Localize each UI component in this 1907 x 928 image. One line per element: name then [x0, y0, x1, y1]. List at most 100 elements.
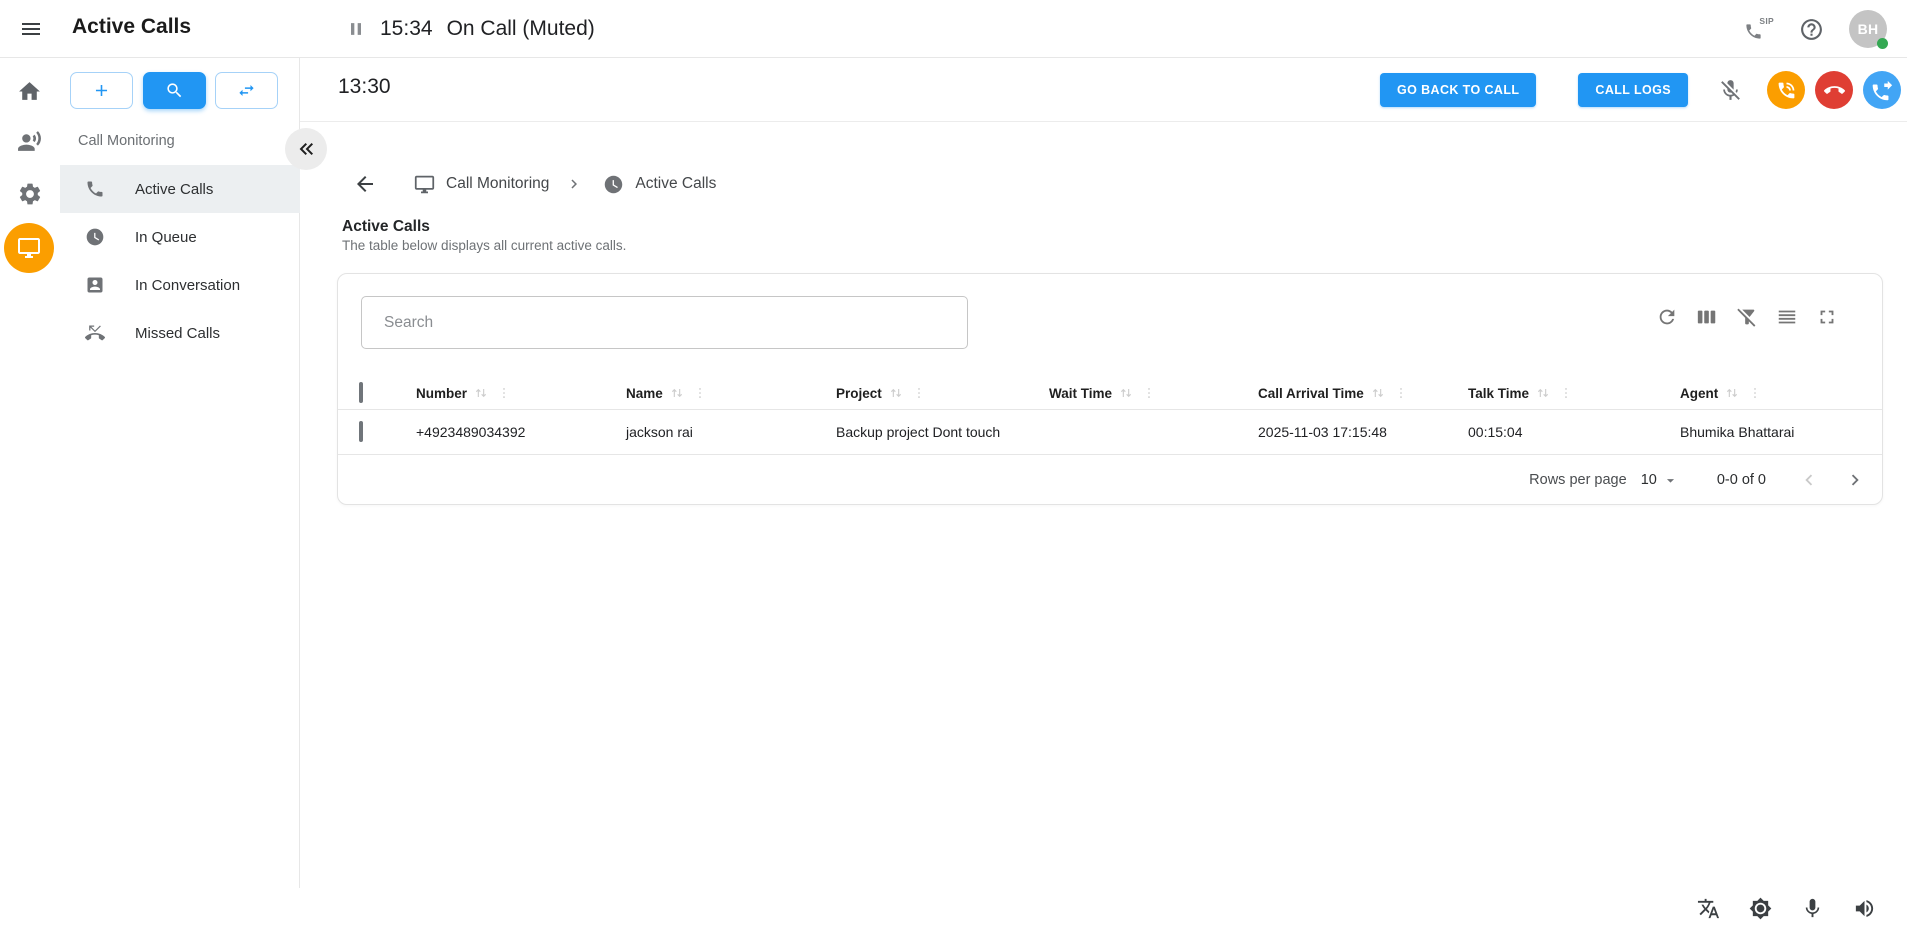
speaker-icon[interactable]	[1853, 897, 1876, 920]
transfer-call-button[interactable]	[1863, 71, 1901, 109]
breadcrumb: Call Monitoring Active Calls	[300, 162, 716, 206]
column-menu-icon[interactable]	[1394, 386, 1408, 400]
density-icon[interactable]	[1776, 306, 1798, 328]
phone-missed-icon	[85, 323, 105, 343]
clock-icon	[85, 227, 105, 247]
double-chevron-left-icon	[294, 137, 318, 161]
call-timer: 13:30	[338, 75, 391, 99]
collapse-sidebar-button[interactable]	[285, 128, 327, 170]
select-all-checkbox[interactable]	[359, 382, 363, 403]
cell-talk-time: 00:15:04	[1468, 424, 1680, 440]
column-header-name[interactable]: Name	[626, 385, 836, 401]
column-header-project[interactable]: Project	[836, 385, 1049, 401]
hang-up-button[interactable]	[1815, 71, 1853, 109]
column-header-wait-time[interactable]: Wait Time	[1049, 385, 1258, 401]
previous-page-icon[interactable]	[1798, 469, 1820, 491]
sort-icon[interactable]	[888, 385, 904, 401]
column-header-call-arrival-time[interactable]: Call Arrival Time	[1258, 385, 1468, 401]
fullscreen-icon[interactable]	[1816, 306, 1838, 328]
call-logs-button[interactable]: CALL LOGS	[1578, 73, 1688, 107]
monitor-icon	[17, 236, 41, 260]
sip-label: SIP	[1759, 16, 1774, 26]
sort-icon[interactable]	[473, 385, 489, 401]
row-checkbox[interactable]	[359, 421, 363, 442]
call-controls: GO BACK TO CALL CALL LOGS	[1380, 58, 1901, 122]
table-header-row: Number Name Project Wait Time Call Arriv	[338, 377, 1882, 410]
plus-icon	[92, 81, 111, 100]
sip-phone-icon[interactable]: SIP	[1744, 16, 1774, 42]
search-button[interactable]	[143, 72, 206, 109]
menu-icon[interactable]	[19, 17, 43, 41]
rows-per-page-select[interactable]: 10	[1641, 472, 1679, 489]
call-monitoring-rail-button[interactable]	[4, 223, 54, 273]
sidebar-item-active-calls[interactable]: Active Calls	[60, 165, 300, 213]
column-menu-icon[interactable]	[693, 386, 707, 400]
filter-off-icon[interactable]	[1736, 306, 1758, 328]
sidebar-item-missed-calls[interactable]: Missed Calls	[60, 309, 300, 357]
cell-number: +4923489034392	[416, 424, 626, 440]
sidebar-item-in-queue[interactable]: In Queue	[60, 213, 300, 261]
sidebar-nav: Active Calls In Queue In Conversation Mi…	[60, 165, 300, 357]
call-end-icon	[1824, 80, 1845, 101]
column-menu-icon[interactable]	[1748, 386, 1762, 400]
refresh-icon[interactable]	[1656, 306, 1678, 328]
call-status-label: On Call (Muted)	[447, 17, 595, 41]
sort-icon[interactable]	[1370, 385, 1386, 401]
table-toolbar	[1656, 306, 1838, 328]
online-status-dot	[1877, 38, 1888, 49]
help-icon[interactable]	[1799, 17, 1824, 42]
sidebar-item-in-conversation[interactable]: In Conversation	[60, 261, 300, 309]
go-back-to-call-button[interactable]: GO BACK TO CALL	[1380, 73, 1536, 107]
caret-down-icon	[1662, 472, 1679, 489]
table-pagination: Rows per page 10 0-0 of 0	[338, 455, 1882, 505]
mic-off-icon[interactable]	[1718, 78, 1743, 103]
chevron-right-icon	[565, 175, 583, 193]
sidebar-item-label: Missed Calls	[135, 325, 220, 342]
table-row[interactable]: +4923489034392 jackson rai Backup projec…	[338, 410, 1882, 455]
pause-icon[interactable]	[346, 19, 366, 39]
avatar-initials: BH	[1858, 21, 1879, 37]
search-input[interactable]	[361, 296, 968, 349]
user-avatar[interactable]: BH	[1849, 10, 1887, 48]
breadcrumb-current: Active Calls	[635, 175, 716, 193]
translate-icon[interactable]	[1697, 897, 1720, 920]
columns-icon[interactable]	[1696, 306, 1718, 328]
pagination-range: 0-0 of 0	[1717, 472, 1766, 488]
search-icon	[165, 81, 184, 100]
active-call-status: 15:34 On Call (Muted)	[346, 0, 595, 58]
page-title: Active Calls	[342, 218, 430, 236]
transfer-button[interactable]	[215, 72, 278, 109]
column-header-agent[interactable]: Agent	[1680, 385, 1882, 401]
settings-icon[interactable]	[17, 181, 43, 207]
sort-icon[interactable]	[1535, 385, 1551, 401]
column-header-talk-time[interactable]: Talk Time	[1468, 385, 1680, 401]
sort-icon[interactable]	[669, 385, 685, 401]
phone-forward-icon	[1872, 80, 1893, 101]
microphone-icon[interactable]	[1801, 897, 1824, 920]
voice-over-icon[interactable]	[17, 129, 42, 154]
active-calls-table-card: Number Name Project Wait Time Call Arriv	[337, 273, 1883, 505]
top-app-bar: Active Calls 15:34 On Call (Muted) SIP B…	[0, 0, 1907, 58]
add-button[interactable]	[70, 72, 133, 109]
bottom-status-bar	[0, 888, 1907, 928]
column-header-number[interactable]: Number	[416, 385, 626, 401]
column-menu-icon[interactable]	[497, 386, 511, 400]
main-content: Call Monitoring Active Calls Active Call…	[300, 122, 1907, 888]
phone-icon	[85, 179, 105, 199]
cell-call-arrival-time: 2025-11-03 17:15:48	[1258, 424, 1468, 440]
back-arrow-icon[interactable]	[353, 172, 377, 196]
column-menu-icon[interactable]	[912, 386, 926, 400]
sort-icon[interactable]	[1118, 385, 1134, 401]
resume-call-button[interactable]	[1767, 71, 1805, 109]
brightness-icon[interactable]	[1749, 897, 1772, 920]
page-title-top: Active Calls	[72, 15, 191, 39]
clock-icon	[603, 174, 624, 195]
breadcrumb-parent[interactable]: Call Monitoring	[446, 175, 549, 193]
sidebar-section-label: Call Monitoring	[78, 133, 175, 149]
sort-icon[interactable]	[1724, 385, 1740, 401]
column-menu-icon[interactable]	[1559, 386, 1573, 400]
sidebar-item-label: In Conversation	[135, 277, 240, 294]
next-page-icon[interactable]	[1844, 469, 1866, 491]
home-icon[interactable]	[17, 79, 42, 104]
column-menu-icon[interactable]	[1142, 386, 1156, 400]
